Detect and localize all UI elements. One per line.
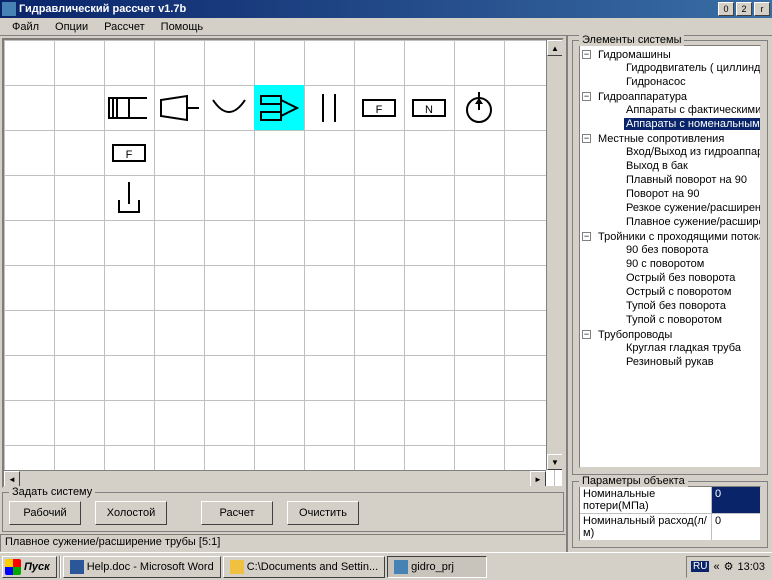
tree-node[interactable]: 90 без поворота [624, 244, 710, 256]
scroll-up-icon[interactable]: ▲ [547, 40, 563, 56]
tree-node[interactable]: Резиновый рукав [624, 356, 716, 368]
symbol-pump[interactable] [154, 85, 204, 130]
clock[interactable]: 13:03 [737, 561, 765, 573]
start-button[interactable]: Пуск [2, 556, 57, 578]
tree-node[interactable]: Гидромашины [596, 49, 673, 61]
scroll-down-icon[interactable]: ▼ [547, 454, 563, 470]
tree-title: Элементы системы [579, 34, 684, 46]
tree-node[interactable]: Круглая гладкая труба [624, 342, 743, 354]
tree-node[interactable]: Поворот на 90 [624, 188, 701, 200]
tree-node[interactable]: Местные сопротивления [596, 133, 726, 145]
idle-button[interactable]: Холостой [95, 501, 167, 525]
svg-text:F: F [126, 149, 133, 161]
svg-text:F: F [376, 104, 383, 116]
symbol-nominal-loss-apparatus[interactable] [254, 85, 304, 130]
taskbar: Пуск Help.doc - Microsoft Word C:\Docume… [0, 552, 772, 580]
work-button[interactable]: Рабочий [9, 501, 81, 525]
menu-file[interactable]: Файл [4, 19, 47, 35]
tree-node-selected[interactable]: Аппараты с номенальными потерями [624, 118, 761, 130]
design-canvas[interactable]: F N F [4, 40, 562, 486]
symbol-hydraulic-motor[interactable] [104, 85, 154, 130]
tray-icon[interactable]: ⚙ [724, 560, 734, 573]
symbol-filter-f-2[interactable]: F [104, 130, 154, 175]
folder-icon [230, 560, 244, 574]
param-label: Номинальные потери(МПа) [580, 487, 712, 513]
app-icon [394, 560, 408, 574]
param-label: Номинальный расход(л/м) [580, 514, 712, 540]
symbol-filter-f[interactable]: F [354, 85, 404, 130]
menu-calc[interactable]: Рассчет [96, 19, 153, 35]
calc-button[interactable]: Расчет [201, 501, 273, 525]
taskbar-separator [59, 556, 61, 578]
expand-icon[interactable]: − [582, 50, 591, 59]
language-indicator[interactable]: RU [691, 561, 709, 572]
menu-help[interactable]: Помощь [153, 19, 212, 35]
tree-node[interactable]: Плавное сужение/расширение трубы [624, 216, 761, 228]
expand-icon[interactable]: − [582, 330, 591, 339]
tree-node[interactable]: Гидродвигатель ( циллиндр/мотор ) [624, 62, 761, 74]
taskbar-item-explorer[interactable]: C:\Documents and Settin... [223, 556, 385, 578]
command-group-title: Задать систему [9, 486, 95, 498]
word-icon [70, 560, 84, 574]
param-value[interactable]: 0 [712, 487, 760, 513]
right-pane: Элементы системы −Гидромашины Гидродвига… [568, 36, 772, 552]
tree-node[interactable]: Гидронасос [624, 76, 688, 88]
system-tray: RU « ⚙ 13:03 [686, 556, 770, 578]
param-value[interactable]: 0 [712, 514, 760, 540]
tree-node[interactable]: Аппараты с фактическими потерями [624, 104, 761, 116]
scroll-left-icon[interactable]: ◄ [4, 471, 20, 487]
left-pane: F N F ▲ ▼ ◄ [0, 36, 568, 552]
tree-node[interactable]: Тройники с проходящими потоками [596, 231, 761, 243]
tray-icon[interactable]: « [713, 561, 719, 573]
param-row: Номинальные потери(МПа) 0 [580, 487, 760, 514]
maximize-button[interactable]: 2 [736, 2, 752, 16]
expand-icon[interactable]: − [582, 92, 591, 101]
vertical-scrollbar[interactable]: ▲ ▼ [546, 40, 562, 470]
expand-icon[interactable]: − [582, 232, 591, 241]
param-row: Номинальный расход(л/м) 0 [580, 514, 760, 540]
taskbar-item-gidro[interactable]: gidro_prj [387, 556, 487, 578]
symbol-parallel-lines[interactable] [304, 85, 354, 130]
scroll-right-icon[interactable]: ► [530, 471, 546, 487]
horizontal-scrollbar[interactable]: ◄ ► [4, 470, 546, 486]
menu-options[interactable]: Опции [47, 19, 96, 35]
windows-logo-icon [5, 559, 21, 575]
tree-node[interactable]: 90 с поворотом [624, 258, 706, 270]
tree-node[interactable]: Плавный поворот на 90 [624, 174, 749, 186]
tree-node[interactable]: Тупой без поворота [624, 300, 728, 312]
tree-node[interactable]: Трубопроводы [596, 329, 674, 341]
expand-icon[interactable]: − [582, 134, 591, 143]
window-title: Гидравлический рассчет v1.7b [19, 3, 716, 15]
app-icon [2, 2, 16, 16]
elements-tree[interactable]: −Гидромашины Гидродвигатель ( циллиндр/м… [579, 45, 761, 468]
params-title: Параметры объекта [579, 475, 688, 487]
tree-node[interactable]: Острый без поворота [624, 272, 737, 284]
tree-node[interactable]: Тупой с поворотом [624, 314, 724, 326]
taskbar-item-word[interactable]: Help.doc - Microsoft Word [63, 556, 221, 578]
symbol-filter-n[interactable]: N [404, 85, 454, 130]
titlebar: Гидравлический рассчет v1.7b 0 2 r [0, 0, 772, 18]
symbol-circle-arrow[interactable] [454, 85, 504, 130]
canvas-container: F N F ▲ ▼ ◄ [2, 38, 564, 488]
clear-button[interactable]: Очистить [287, 501, 359, 525]
params-table: Номинальные потери(МПа) 0 Номинальный ра… [579, 486, 761, 541]
minimize-button[interactable]: 0 [718, 2, 734, 16]
close-button[interactable]: r [754, 2, 770, 16]
symbol-valve-arc[interactable] [204, 85, 254, 130]
params-group: Параметры объекта Номинальные потери(МПа… [572, 481, 768, 548]
svg-text:N: N [425, 104, 433, 116]
tree-node[interactable]: Гидроаппаратура [596, 91, 689, 103]
command-group: Задать систему Рабочий Холостой Расчет О… [2, 492, 564, 532]
symbol-tank-outlet[interactable] [104, 175, 154, 220]
tree-node[interactable]: Выход в бак [624, 160, 690, 172]
tree-node[interactable]: Вход/Выход из гидроаппаратуры [624, 146, 761, 158]
tree-node[interactable]: Резкое сужение/расширение трубы [624, 202, 761, 214]
statusbar: Плавное сужение/расширение трубы [5:1] [0, 534, 566, 552]
tree-node[interactable]: Острый с поворотом [624, 286, 733, 298]
